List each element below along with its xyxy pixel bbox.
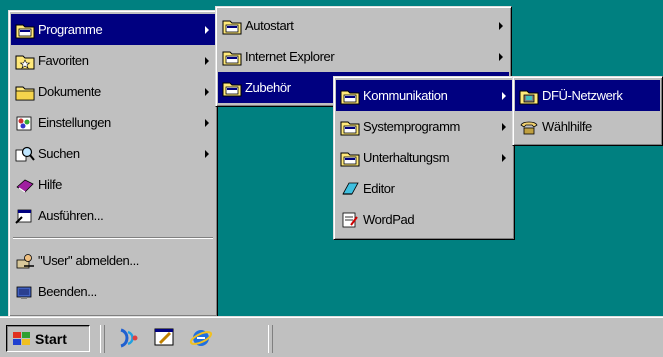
menu-label: DFÜ-Netzwerk bbox=[542, 88, 623, 103]
taskbar-divider bbox=[268, 325, 273, 353]
internet-explorer-icon[interactable] bbox=[188, 326, 214, 350]
taskbar-divider bbox=[100, 325, 105, 353]
menu-label: Editor bbox=[363, 181, 395, 196]
start-menu-item-suchen[interactable]: Suchen bbox=[11, 138, 215, 169]
submenu-arrow-icon bbox=[502, 122, 506, 131]
menu-label: Autostart bbox=[245, 18, 294, 33]
shutdown-icon bbox=[16, 286, 32, 299]
programs-item-autostart[interactable]: Autostart bbox=[218, 10, 509, 41]
documents-folder-icon bbox=[15, 86, 35, 100]
start-label: Start bbox=[35, 330, 67, 347]
submenu-arrow-icon bbox=[205, 25, 209, 34]
start-menu-item-hilfe[interactable]: Hilfe bbox=[11, 169, 215, 200]
menu-label: Programme bbox=[38, 22, 103, 37]
menu-label: Internet Explorer bbox=[245, 49, 335, 64]
menu-label: Zubehör bbox=[245, 80, 291, 95]
submenu-arrow-icon bbox=[499, 21, 503, 30]
dialup-network-icon bbox=[519, 90, 539, 104]
desktop-icon[interactable] bbox=[152, 326, 178, 350]
menu-label: Favoriten bbox=[38, 53, 89, 68]
start-menu: Programme Favoriten Dokumente Einstellun… bbox=[8, 10, 218, 317]
submenu-arrow-icon bbox=[205, 149, 209, 158]
menu-label: Kommunikation bbox=[363, 88, 448, 103]
accessories-item-wordpad[interactable]: WordPad bbox=[336, 204, 512, 235]
program-group-icon bbox=[340, 121, 360, 135]
program-group-icon bbox=[222, 20, 242, 34]
programs-item-internet-explorer[interactable]: Internet Explorer bbox=[218, 41, 509, 72]
submenu-arrow-icon bbox=[205, 56, 209, 65]
favorites-folder-icon bbox=[15, 55, 35, 69]
start-menu-item-abmelden[interactable]: "User" abmelden... bbox=[11, 245, 215, 276]
help-book-icon bbox=[16, 179, 34, 193]
menu-label: Wählhilfe bbox=[542, 119, 592, 134]
menu-separator bbox=[13, 237, 213, 239]
menu-label: Beenden... bbox=[38, 284, 97, 299]
communication-menu: DFÜ-Netzwerk Wählhilfe bbox=[512, 76, 663, 146]
start-menu-item-ausfuehren[interactable]: Ausführen... bbox=[11, 200, 215, 231]
start-menu-item-einstellungen[interactable]: Einstellungen bbox=[11, 107, 215, 138]
menu-label: Dokumente bbox=[38, 84, 101, 99]
logoff-icon bbox=[16, 253, 34, 268]
channels-icon[interactable] bbox=[116, 326, 142, 350]
menu-label: Ausführen... bbox=[38, 208, 104, 223]
accessories-item-editor[interactable]: Editor bbox=[336, 173, 512, 204]
submenu-arrow-icon bbox=[502, 91, 506, 100]
submenu-arrow-icon bbox=[499, 52, 503, 61]
windows-logo-icon bbox=[13, 331, 30, 345]
submenu-arrow-icon bbox=[205, 87, 209, 96]
communication-item-waehlhilfe[interactable]: Wählhilfe bbox=[515, 111, 660, 142]
menu-label: Unterhaltungsm bbox=[363, 150, 450, 165]
accessories-item-systemprogramme[interactable]: Systemprogramm bbox=[336, 111, 512, 142]
start-menu-item-programme[interactable]: Programme bbox=[11, 14, 215, 45]
accessories-item-unterhaltungsmedien[interactable]: Unterhaltungsm bbox=[336, 142, 512, 173]
accessories-menu: Kommunikation Systemprogramm Unterhaltun… bbox=[333, 76, 515, 240]
start-button[interactable]: Start bbox=[6, 325, 90, 352]
menu-label: Hilfe bbox=[38, 177, 63, 192]
menu-label: WordPad bbox=[363, 212, 415, 227]
settings-icon bbox=[16, 116, 32, 130]
submenu-arrow-icon bbox=[502, 153, 506, 162]
notepad-icon bbox=[342, 182, 359, 195]
communication-item-dfue-netzwerk[interactable]: DFÜ-Netzwerk bbox=[515, 80, 660, 111]
program-group-icon bbox=[340, 152, 360, 166]
submenu-arrow-icon bbox=[205, 118, 209, 127]
start-menu-item-favoriten[interactable]: Favoriten bbox=[11, 45, 215, 76]
menu-label: Suchen bbox=[38, 146, 80, 161]
wordpad-icon bbox=[342, 212, 358, 227]
accessories-item-kommunikation[interactable]: Kommunikation bbox=[336, 80, 512, 111]
menu-label: "User" abmelden... bbox=[38, 253, 140, 268]
start-menu-item-dokumente[interactable]: Dokumente bbox=[11, 76, 215, 107]
start-menu-item-beenden[interactable]: Beenden... bbox=[11, 276, 215, 307]
programs-folder-icon bbox=[15, 24, 35, 38]
taskbar: Start bbox=[0, 316, 663, 357]
menu-label: Systemprogramm bbox=[363, 119, 460, 134]
program-group-icon bbox=[340, 90, 360, 104]
menu-label: Einstellungen bbox=[38, 115, 111, 130]
program-group-icon bbox=[222, 82, 242, 96]
run-icon bbox=[15, 209, 32, 224]
search-icon bbox=[15, 146, 35, 161]
phone-dialer-icon bbox=[520, 121, 538, 134]
program-group-icon bbox=[222, 51, 242, 65]
